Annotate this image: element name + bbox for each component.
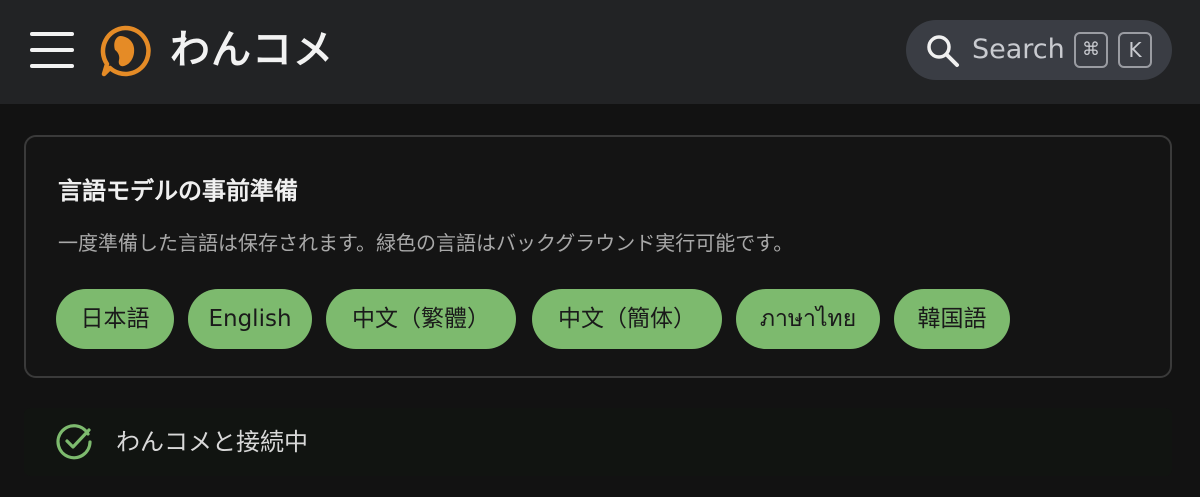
top-bar: わんコメ Search ⌘ K <box>0 0 1200 104</box>
k-key-hint: K <box>1118 32 1152 68</box>
command-key-hint: ⌘ <box>1074 32 1108 68</box>
language-chip-chinese-traditional[interactable]: 中文（繁體） <box>326 289 516 349</box>
card-description: 一度準備した言語は保存されます。緑色の言語はバックグラウンド実行可能です。 <box>58 231 794 255</box>
language-chip-japanese[interactable]: 日本語 <box>56 289 174 349</box>
wancome-logo-icon <box>100 25 151 77</box>
language-chip-thai[interactable]: ภาษาไทย <box>736 289 880 349</box>
language-chip-chinese-simplified[interactable]: 中文（簡体） <box>532 289 722 349</box>
connection-status: わんコメと接続中 <box>24 408 1172 476</box>
check-circle-icon <box>56 424 92 460</box>
brand-title: わんコメ <box>170 27 334 73</box>
language-chip-korean[interactable]: 韓国語 <box>894 289 1010 349</box>
connection-status-text: わんコメと接続中 <box>116 428 308 456</box>
search-icon <box>927 35 959 67</box>
language-chip-english[interactable]: English <box>188 289 312 349</box>
card-title: 言語モデルの事前準備 <box>58 177 298 205</box>
search-button[interactable]: Search ⌘ K <box>906 20 1172 80</box>
language-model-card: 言語モデルの事前準備 一度準備した言語は保存されます。緑色の言語はバックグラウン… <box>24 135 1172 378</box>
hamburger-menu-icon[interactable] <box>28 30 76 70</box>
search-label: Search <box>972 34 1065 65</box>
